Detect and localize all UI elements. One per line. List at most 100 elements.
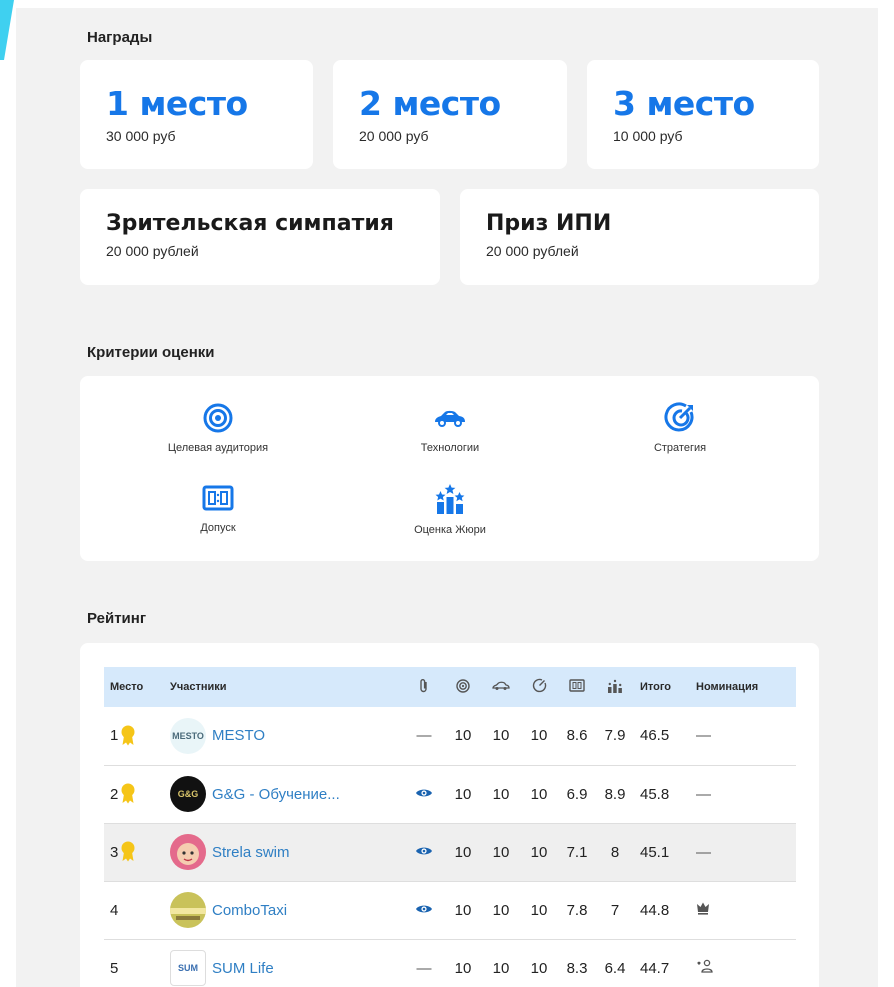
eye-icon[interactable] xyxy=(415,787,433,799)
audience-icon xyxy=(697,959,713,973)
attachment-cell: — xyxy=(404,939,444,987)
criterion-label: Оценка Жюри xyxy=(414,524,486,536)
award-amount: 30 000 руб xyxy=(106,128,176,144)
scoreboard-icon xyxy=(569,679,585,692)
criterion-technologies: Технологии xyxy=(360,402,540,454)
table-row[interactable]: 3 Strela swim 10 10 10 7.1 8 45.1 — xyxy=(104,823,796,882)
nomination-cell: — xyxy=(690,823,796,882)
rating-card: Место Участники Итого Номинация 1 MESTO … xyxy=(80,643,819,987)
score-jury: 8.9 xyxy=(596,765,634,824)
scoreboard-icon xyxy=(202,485,234,511)
criteria-card: Целевая аудитория Технологии Стратегия Д… xyxy=(80,376,819,561)
strategy-icon xyxy=(664,402,694,432)
eye-icon[interactable] xyxy=(415,845,433,857)
col-jury[interactable] xyxy=(596,667,634,707)
score-admission: 7.1 xyxy=(558,823,596,882)
table-row[interactable]: 5 SUM SUM Life — 10 10 10 8.3 6.4 44.7 xyxy=(104,939,796,987)
score-target: 10 xyxy=(444,881,482,940)
score-total: 44.8 xyxy=(634,881,690,940)
score-target: 10 xyxy=(444,707,482,766)
rating-title: Рейтинг xyxy=(87,610,147,627)
score-target: 10 xyxy=(444,823,482,882)
participant-link[interactable]: G&G G&G - Обучение... xyxy=(170,776,398,812)
col-strategy[interactable] xyxy=(520,667,558,707)
score-tech: 10 xyxy=(482,765,520,824)
award-amount: 10 000 руб xyxy=(613,128,683,144)
target-icon xyxy=(456,678,470,693)
table-row[interactable]: 1 MESTO MESTO — 10 10 10 8.6 7.9 46.5 — xyxy=(104,707,796,766)
criterion-label: Допуск xyxy=(200,522,236,534)
jury-stars-icon xyxy=(608,679,622,693)
col-participants[interactable]: Участники xyxy=(164,667,404,707)
crown-icon xyxy=(697,902,709,915)
place-number: 2 xyxy=(110,785,119,803)
participant-name[interactable]: SUM Life xyxy=(212,960,274,977)
col-attachment[interactable] xyxy=(404,667,444,707)
score-tech: 10 xyxy=(482,881,520,940)
avatar xyxy=(170,834,206,870)
participant-link[interactable]: MESTO MESTO xyxy=(170,717,398,754)
paperclip-icon xyxy=(420,678,427,692)
participant-name[interactable]: G&G - Обучение... xyxy=(212,786,340,803)
score-total: 45.1 xyxy=(634,823,690,882)
eye-icon[interactable] xyxy=(415,903,433,915)
award-card-ipi: Приз ИПИ 20 000 рублей xyxy=(460,189,819,285)
score-jury: 6.4 xyxy=(596,939,634,987)
award-amount: 20 000 рублей xyxy=(106,243,199,259)
award-title: Зрительская симпатия xyxy=(106,211,394,236)
score-strategy: 10 xyxy=(520,707,558,766)
avatar xyxy=(170,892,206,928)
participant-link[interactable]: ComboTaxi xyxy=(170,892,398,928)
child-photo-icon xyxy=(170,834,206,870)
award-card-3: 3 место 10 000 руб xyxy=(587,60,819,169)
table-header-row: Место Участники Итого Номинация xyxy=(104,667,796,707)
strategy-icon xyxy=(532,678,546,693)
score-jury: 8 xyxy=(596,823,634,882)
criterion-strategy: Стратегия xyxy=(590,402,770,454)
col-admission[interactable] xyxy=(558,667,596,707)
participant-link[interactable]: SUM SUM Life xyxy=(170,950,398,986)
medal-icon xyxy=(121,841,135,862)
car-icon xyxy=(435,410,465,427)
table-row[interactable]: 2 G&G G&G - Обучение... 10 10 10 6.9 8.9 … xyxy=(104,765,796,824)
score-admission: 7.8 xyxy=(558,881,596,940)
col-nomination[interactable]: Номинация xyxy=(690,667,796,707)
participant-name[interactable]: MESTO xyxy=(212,727,265,744)
col-place[interactable]: Место xyxy=(104,667,164,707)
score-strategy: 10 xyxy=(520,939,558,987)
criterion-label: Технологии xyxy=(420,442,480,454)
participant-link[interactable]: Strela swim xyxy=(170,834,398,870)
score-strategy: 10 xyxy=(520,881,558,940)
award-title: 2 место xyxy=(359,84,501,123)
col-technologies[interactable] xyxy=(482,667,520,707)
place-number: 3 xyxy=(110,843,119,861)
award-title: Приз ИПИ xyxy=(486,211,612,236)
taxi-logo-icon xyxy=(170,892,206,928)
criterion-label: Стратегия xyxy=(653,442,707,454)
award-card-2: 2 место 20 000 руб xyxy=(333,60,567,169)
col-target-audience[interactable] xyxy=(444,667,482,707)
award-title: 1 место xyxy=(106,84,248,123)
medal-icon xyxy=(121,783,135,804)
score-jury: 7.9 xyxy=(596,707,634,766)
avatar: MESTO xyxy=(170,717,206,754)
awards-title: Награды xyxy=(87,29,153,46)
nomination-cell: — xyxy=(690,707,796,766)
participant-name[interactable]: Strela swim xyxy=(212,844,290,861)
attachment-cell: — xyxy=(404,707,444,766)
score-tech: 10 xyxy=(482,707,520,766)
score-total: 44.7 xyxy=(634,939,690,987)
award-amount: 20 000 руб xyxy=(359,128,429,144)
car-icon xyxy=(492,681,510,690)
score-strategy: 10 xyxy=(520,823,558,882)
participant-name[interactable]: ComboTaxi xyxy=(212,902,287,919)
criteria-title: Критерии оценки xyxy=(87,344,215,361)
avatar: G&G xyxy=(170,776,206,812)
col-total[interactable]: Итого xyxy=(634,667,690,707)
score-strategy: 10 xyxy=(520,765,558,824)
score-tech: 10 xyxy=(482,823,520,882)
award-title: 3 место xyxy=(613,84,755,123)
jury-stars-icon xyxy=(435,484,465,514)
criterion-jury: Оценка Жюри xyxy=(360,482,540,536)
table-row[interactable]: 4 ComboTaxi 10 10 10 7.8 7 44.8 xyxy=(104,881,796,940)
